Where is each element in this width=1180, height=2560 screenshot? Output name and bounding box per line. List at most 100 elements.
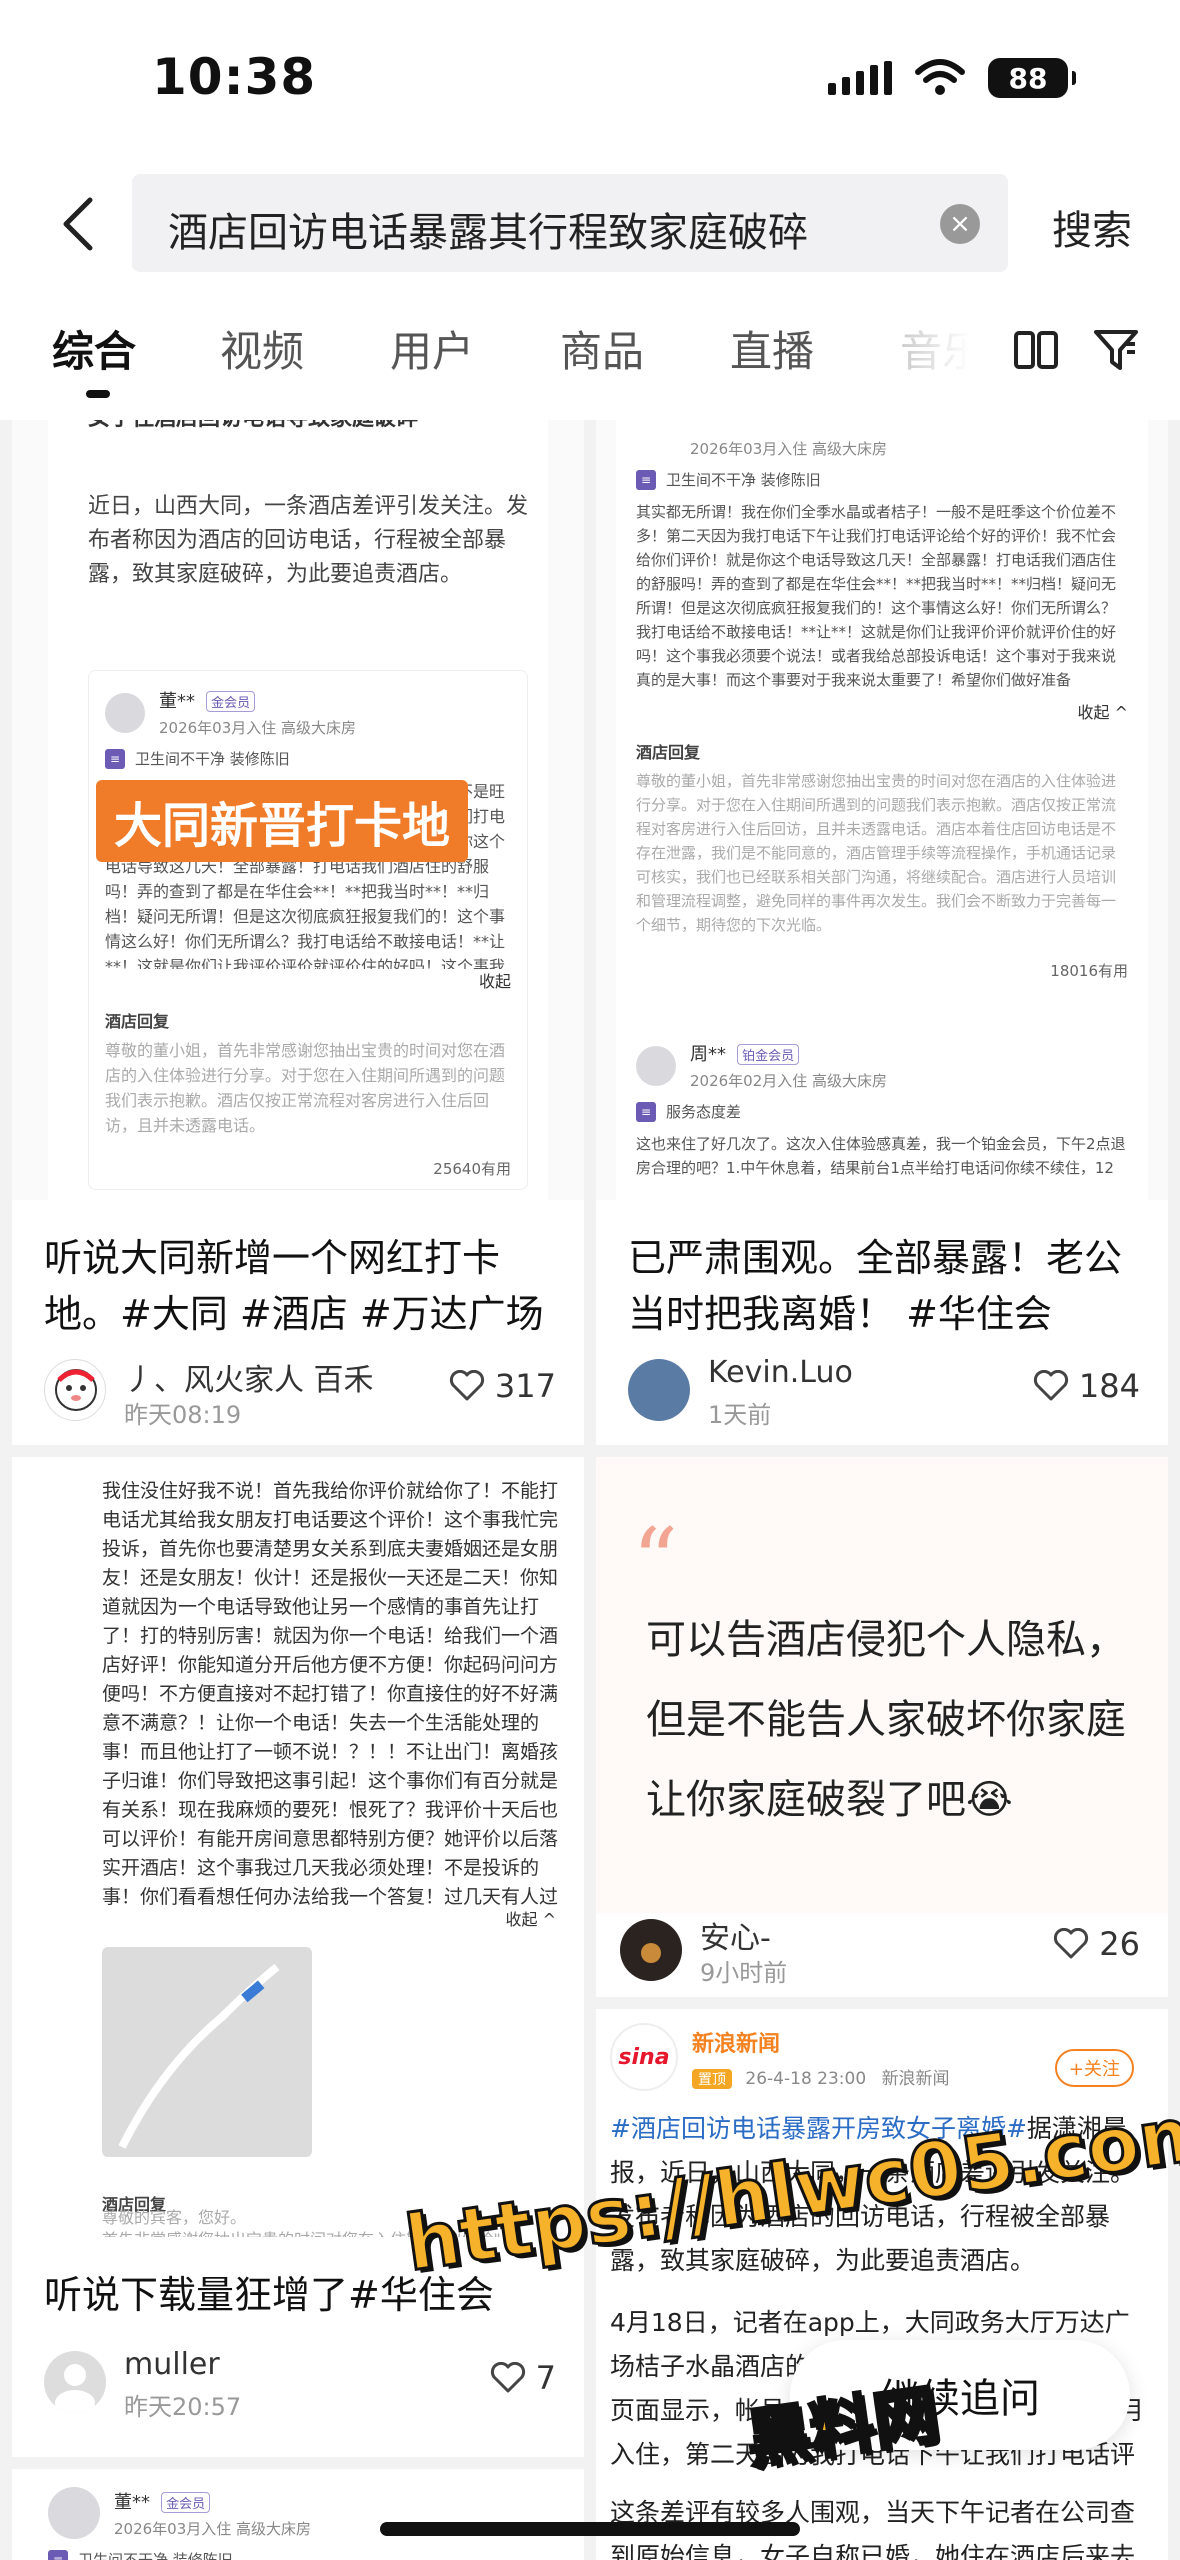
author-name[interactable]: Kevin.Luo (708, 1355, 853, 1390)
avatar[interactable] (44, 1359, 106, 1421)
card-1-thumbnail: 女子住酒店回访电话导致家庭破碎 近日，山西大同，一条酒店差评引发关注。发布者称因… (12, 420, 584, 1200)
card-footer: muller 昨天20:57 7 (44, 2347, 556, 2421)
heart-icon (1033, 1370, 1068, 1401)
shot-text: 近日，山西大同，一条酒店差评引发关注。发布者称因为酒店的回访电话，行程被全部暴露… (88, 494, 529, 587)
heart-icon (490, 2362, 525, 2393)
reviewer-name: 董** (114, 2491, 150, 2513)
tab-users[interactable]: 用户 (390, 318, 474, 379)
active-tab-indicator (86, 390, 110, 398)
search-button[interactable]: 搜索 (1052, 198, 1132, 256)
hotel-reply-title: 酒店回复 (636, 743, 701, 762)
member-badge: 金会员 (161, 2491, 211, 2513)
sina-logo: sina (610, 2023, 678, 2091)
stay-info: 2026年03月入住 高级大床房 (114, 2519, 312, 2538)
author-name[interactable]: 丿、风火家人 百禾 (124, 1355, 374, 1399)
follow-button[interactable]: +关注 (1054, 2049, 1134, 2087)
review-helpful-count: 25640有用 (433, 1160, 511, 1178)
search-input[interactable]: 酒店回访电话暴露其行程致家庭破碎 × (132, 174, 1008, 272)
search-query-text: 酒店回访电话暴露其行程致家庭破碎 (168, 210, 808, 256)
review-helpful-count: 18016有用 (1050, 962, 1128, 980)
tab-all[interactable]: 综合 (52, 318, 136, 379)
like-button[interactable]: 317 (449, 1367, 556, 1405)
tab-bar: 综合 视频 用户 商品 直播 音乐 (0, 290, 1180, 420)
weibo-post: sina 新浪新闻 置顶 26-4-18 23:00 新浪新闻 +关注 #酒店回… (610, 2023, 1154, 2560)
stay-info: 2026年03月入住 高级大床房 (690, 440, 888, 458)
status-time: 10:38 (152, 48, 317, 106)
quote-line-2: 但是不能告人家破坏你家庭 (646, 1697, 1126, 1743)
review-body: 这也来住了好几次了。这次入住体验感真差，我一个铂金会员，下午2点退房合理的吧？1… (636, 1135, 1126, 1177)
review-tags: ≡ 服务态度差 (636, 1101, 1128, 1122)
filter-icon[interactable] (1086, 320, 1146, 380)
cellular-signal-icon (828, 61, 892, 95)
search-header: 酒店回访电话暴露其行程致家庭破碎 × 搜索 (0, 160, 1180, 290)
tab-video[interactable]: 视频 (220, 318, 304, 379)
result-card-1[interactable]: 女子住酒店回访电话导致家庭破碎 近日，山西大同，一条酒店差评引发关注。发布者称因… (12, 420, 584, 1445)
like-count: 317 (494, 1367, 556, 1405)
card-footer: 丿、风火家人 百禾 昨天08:19 317 (44, 1355, 556, 1429)
card-3-thumbnail: 我住没住好我不说！首先我给你评价就给你了！不能打电话尤其给我女朋友打电话要这个评… (12, 1457, 584, 2237)
result-card-5[interactable]: sina 新浪新闻 置顶 26-4-18 23:00 新浪新闻 +关注 #酒店回… (596, 2009, 1168, 2560)
home-indicator[interactable] (380, 2522, 800, 2536)
quote-line-1: 可以告酒店侵犯个人隐私， (646, 1617, 1126, 1663)
card-2-thumbnail: 2026年03月入住 高级大床房 ≡ 卫生间不干净 装修陈旧 其实都无所谓！我在… (596, 420, 1168, 1200)
stay-info: 2026年03月入住 高级大床房 (159, 719, 357, 737)
review-header: 董** 金会员 2026年03月入住 高级大床房 (105, 687, 511, 738)
status-icons: 88 (828, 58, 1076, 98)
author-name[interactable]: muller (124, 2347, 220, 2382)
card-title[interactable]: 已严肃围观。全部暴露！老公当时把我离婚！ #华住会 (628, 1230, 1148, 1342)
card-footer: Kevin.Luo 1天前 184 (628, 1355, 1140, 1429)
review-photo (102, 1947, 312, 2157)
post-source: 新浪新闻 (881, 2068, 950, 2089)
post-date: 26-4-18 23:00 (745, 2068, 867, 2089)
card-2-screenshot: 2026年03月入住 高级大床房 ≡ 卫生间不干净 装修陈旧 其实都无所谓！我在… (616, 420, 1148, 1200)
clear-search-icon[interactable]: × (940, 204, 980, 244)
review-body: 其实都无所谓！我在你们全季水晶或者桔子！一般不是旺季这个价位差不多！第二天因为我… (636, 503, 1117, 689)
tab-fade (880, 310, 1000, 390)
like-button[interactable]: 26 (1053, 1925, 1140, 1963)
tag-icon: ≡ (636, 469, 656, 490)
reviewer-avatar (105, 692, 145, 733)
member-badge: 金会员 (206, 691, 256, 712)
review-header: 董** 金会员 2026年03月入住 高级大床房 (48, 2487, 311, 2539)
overlay-tag: 大同新晋打卡地 (96, 780, 469, 862)
card-title[interactable]: 听说大同新增一个网红打卡地。#大同 #酒店 #万达广场 (44, 1230, 564, 1342)
result-card-3[interactable]: 我住没住好我不说！首先我给你评价就给你了！不能打电话尤其给我女朋友打电话要这个评… (12, 1457, 584, 2457)
post-meta: 置顶 26-4-18 23:00 新浪新闻 (692, 2064, 950, 2089)
like-button[interactable]: 7 (490, 2359, 556, 2397)
review-tags-text: 卫生间不干净 装修陈旧 (135, 750, 290, 768)
avatar[interactable] (620, 1919, 682, 1981)
post-time: 昨天20:57 (124, 2393, 242, 2421)
source-name: 新浪新闻 (692, 2031, 781, 2057)
reviewer-name: 董** (159, 691, 195, 712)
quote-mark-icon: “ (632, 1509, 679, 1614)
shot-heading: 女子住酒店回访电话导致家庭破碎 (88, 420, 528, 436)
tab-live[interactable]: 直播 (730, 318, 814, 379)
tag-icon: ≡ (105, 748, 125, 769)
book-icon[interactable] (1006, 320, 1066, 380)
result-card-6[interactable]: 董** 金会员 2026年03月入住 高级大床房 ≡ 卫生间不干净 装修陈旧 (12, 2469, 584, 2560)
pinned-tag: 置顶 (692, 2068, 732, 2089)
tag-icon: ≡ (48, 2549, 68, 2560)
avatar[interactable] (628, 1359, 690, 1421)
like-count: 184 (1078, 1367, 1140, 1405)
shot-text: 我住没住好我不说！首先我给你评价就给你了！不能打电话尤其给我女朋友打电话要这个评… (102, 1480, 559, 1907)
review-tags: ≡ 卫生间不干净 装修陈旧 (48, 2549, 311, 2560)
result-card-4[interactable]: “ 可以告酒店侵犯个人隐私， 但是不能告人家破坏你家庭 让你家庭破裂了吧😭 安心… (596, 1457, 1168, 1997)
post-time: 9小时前 (700, 1959, 788, 1987)
card-footer: 安心- 9小时前 26 (596, 1913, 1168, 1997)
collapse-link: 收起 ^ (1077, 703, 1129, 722)
avatar[interactable] (44, 2351, 106, 2413)
battery-icon: 88 (988, 58, 1076, 98)
back-button[interactable] (48, 192, 108, 256)
result-card-2[interactable]: 2026年03月入住 高级大床房 ≡ 卫生间不干净 装修陈旧 其实都无所谓！我在… (596, 420, 1168, 1445)
chevron-left-icon (63, 197, 93, 251)
like-count: 7 (535, 2359, 556, 2397)
second-review: 周** 铂金会员 2026年02月入住 高级大床房 ≡ 服务态度差 这也来住了好… (636, 1040, 1128, 1182)
like-button[interactable]: 184 (1033, 1367, 1140, 1405)
embedded-review: 董** 金会员 2026年03月入住 高级大床房 ≡ 卫生间不干净 装修陈旧 其… (88, 670, 528, 1190)
like-count: 26 (1099, 1925, 1140, 1963)
tab-products[interactable]: 商品 (560, 318, 644, 379)
member-badge: 铂金会员 (737, 1044, 800, 1065)
author-name[interactable]: 安心- (700, 1913, 771, 1957)
heart-icon (449, 1370, 484, 1401)
